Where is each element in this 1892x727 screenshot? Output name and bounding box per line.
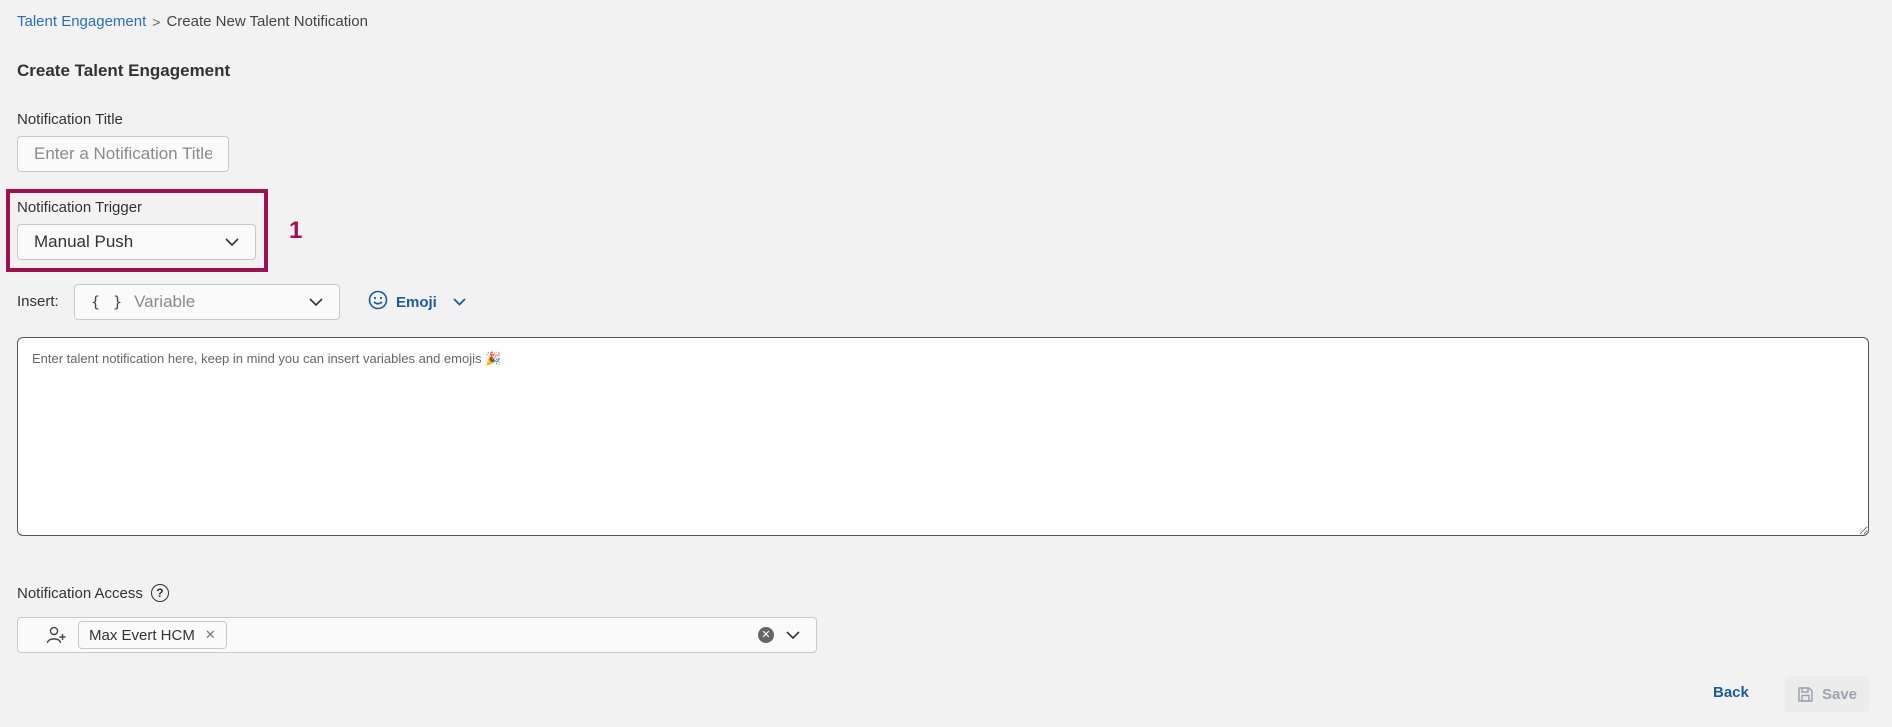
chevron-down-icon bbox=[225, 235, 239, 249]
save-button[interactable]: Save bbox=[1785, 676, 1869, 712]
breadcrumb-separator: > bbox=[152, 13, 161, 30]
braces-icon: { } bbox=[91, 293, 125, 311]
clear-icon[interactable]: ✕ bbox=[758, 627, 774, 643]
save-button-label: Save bbox=[1821, 685, 1858, 703]
page-title: Create Talent Engagement bbox=[17, 61, 231, 80]
access-chip-label: Max Evert HCM bbox=[89, 626, 195, 644]
create-talent-engagement-page: Talent Engagement > Create New Talent No… bbox=[0, 0, 1892, 727]
notification-title-input[interactable] bbox=[17, 136, 229, 172]
variable-select[interactable]: { } Variable bbox=[74, 284, 340, 320]
chevron-down-icon bbox=[453, 298, 466, 306]
help-icon[interactable]: ? bbox=[150, 584, 169, 602]
insert-label: Insert: bbox=[17, 293, 59, 310]
chip-remove-icon[interactable]: ✕ bbox=[205, 627, 216, 643]
notification-trigger-select[interactable]: Manual Push bbox=[17, 224, 256, 260]
user-add-icon bbox=[46, 626, 66, 644]
access-chip: Max Evert HCM ✕ bbox=[78, 621, 227, 649]
annotation-number: 1 bbox=[289, 217, 303, 244]
emoji-picker-button[interactable]: Emoji bbox=[368, 290, 466, 314]
notification-message-textarea[interactable] bbox=[17, 337, 1869, 536]
smiley-icon bbox=[368, 290, 388, 314]
variable-placeholder: Variable bbox=[134, 292, 196, 311]
notification-access-select[interactable]: Max Evert HCM ✕ ✕ bbox=[17, 617, 817, 653]
variable-select-content: { } Variable bbox=[91, 292, 195, 312]
notification-access-label: Notification Access bbox=[17, 584, 143, 602]
notification-trigger-label: Notification Trigger bbox=[17, 199, 143, 216]
notification-title-label: Notification Title bbox=[17, 111, 123, 128]
save-icon bbox=[1797, 686, 1814, 703]
access-select-controls: ✕ bbox=[758, 627, 800, 643]
chevron-down-icon[interactable] bbox=[786, 628, 800, 642]
breadcrumb-current: Create New Talent Notification bbox=[166, 13, 368, 30]
breadcrumb-link-talent-engagement[interactable]: Talent Engagement bbox=[17, 13, 146, 30]
chevron-down-icon bbox=[309, 295, 323, 309]
breadcrumb: Talent Engagement > Create New Talent No… bbox=[17, 13, 368, 30]
emoji-button-label: Emoji bbox=[396, 293, 437, 311]
back-button[interactable]: Back bbox=[1713, 684, 1749, 701]
notification-access-label-row: Notification Access ? bbox=[17, 584, 169, 602]
notification-trigger-value: Manual Push bbox=[34, 232, 134, 251]
